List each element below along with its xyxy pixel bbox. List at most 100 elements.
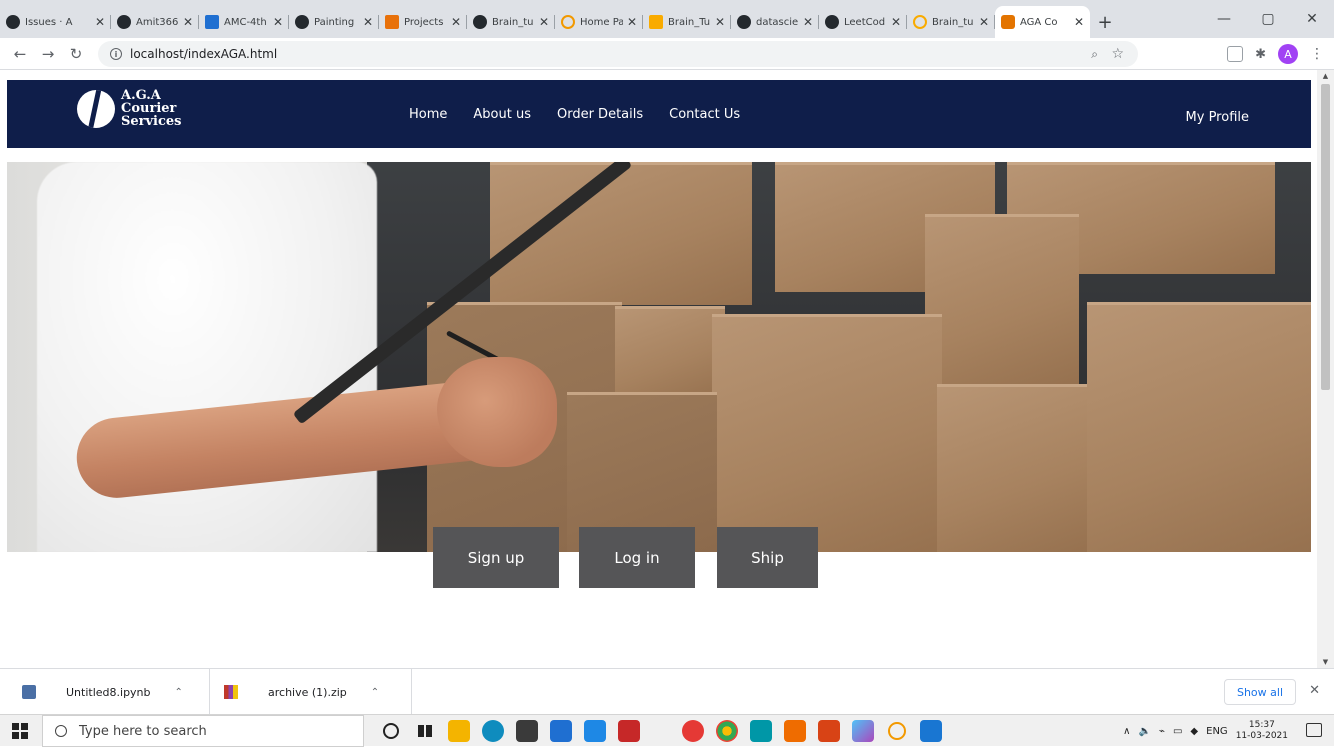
close-icon[interactable]: ✕ [183, 15, 193, 29]
app-l-icon[interactable] [584, 720, 606, 742]
close-icon[interactable]: ✕ [273, 15, 283, 29]
sign-up-button[interactable]: Sign up [433, 527, 559, 588]
browser-tab[interactable]: Brain_tu ✕ [467, 6, 555, 38]
show-all-button[interactable]: Show all [1223, 679, 1296, 705]
bookmark-star-icon[interactable]: ☆ [1111, 46, 1124, 62]
tray-chevron-icon[interactable]: ∧ [1123, 726, 1130, 737]
language-indicator[interactable]: ENG [1206, 726, 1228, 737]
browser-tab[interactable]: Home Pa ✕ [555, 6, 643, 38]
github-icon [473, 15, 487, 29]
profile-avatar[interactable]: A [1278, 44, 1298, 64]
nav-about-us[interactable]: About us [473, 107, 531, 122]
xampp-icon[interactable] [784, 720, 806, 742]
github-icon [825, 15, 839, 29]
taskbar-search[interactable]: Type here to search [42, 715, 364, 747]
close-icon[interactable]: ✕ [1074, 15, 1084, 29]
extensions-puzzle-icon[interactable]: ✱ [1255, 47, 1266, 62]
scroll-up-arrow[interactable]: ▲ [1317, 70, 1334, 82]
github-icon [117, 15, 131, 29]
window-close-button[interactable]: ✕ [1290, 0, 1334, 38]
site-icon [1001, 15, 1015, 29]
my-profile-link[interactable]: My Profile [1186, 110, 1249, 125]
browser-tab[interactable]: AMC-4th ✕ [199, 6, 289, 38]
chevron-up-icon[interactable]: ⌃ [371, 687, 379, 698]
edge-icon[interactable] [482, 720, 504, 742]
browser-tab[interactable]: Issues · A ✕ [0, 6, 111, 38]
file-explorer-icon[interactable] [448, 720, 470, 742]
zip-file-icon [224, 685, 238, 699]
address-bar[interactable]: i localhost/indexAGA.html ⌕ ☆ [98, 41, 1138, 67]
close-icon[interactable]: ✕ [539, 15, 549, 29]
notification-icon[interactable] [1306, 723, 1322, 737]
maximize-button[interactable]: ▢ [1246, 0, 1290, 38]
new-tab-button[interactable]: + [1090, 6, 1120, 38]
browser-tab[interactable]: Projects ✕ [379, 6, 467, 38]
reload-button[interactable]: ↻ [62, 45, 90, 63]
hero-image [7, 162, 1311, 552]
loading-icon [561, 15, 575, 29]
zoom-icon[interactable]: ⌕ [1091, 47, 1098, 62]
notebook-file-icon [22, 685, 36, 699]
close-icon[interactable]: ✕ [891, 15, 901, 29]
forward-button[interactable]: → [34, 45, 62, 63]
minimize-button[interactable]: — [1202, 0, 1246, 38]
browser-tab-strip: Issues · A ✕ Amit366 ✕ AMC-4th ✕ Painting ✕ … [0, 0, 1334, 38]
close-icon[interactable]: ✕ [627, 15, 637, 29]
chrome-icon[interactable] [716, 720, 738, 742]
logo-text: A.G.A Courier Services [121, 88, 182, 129]
sublime-icon[interactable] [818, 720, 840, 742]
browser-tab[interactable]: datascie ✕ [731, 6, 819, 38]
battery-icon[interactable]: ▭ [1173, 726, 1182, 737]
url-text: localhost/indexAGA.html [130, 47, 278, 61]
signal-icon[interactable] [750, 720, 772, 742]
browser-tab[interactable]: Brain_tu ✕ [907, 6, 995, 38]
close-icon[interactable]: ✕ [979, 15, 989, 29]
mail-icon[interactable] [550, 720, 572, 742]
opera-icon[interactable] [682, 720, 704, 742]
download-item[interactable]: Untitled8.ipynb ⌃ [0, 669, 210, 715]
jupyter-icon[interactable] [888, 722, 906, 740]
cortana-icon[interactable] [383, 723, 399, 739]
kanban-icon [205, 15, 219, 29]
nav-order-details[interactable]: Order Details [557, 107, 643, 122]
log-in-button[interactable]: Log in [579, 527, 695, 588]
scrollbar-thumb[interactable] [1321, 84, 1330, 390]
back-button[interactable]: ← [6, 45, 34, 63]
network-icon[interactable]: ⌁ [1159, 726, 1165, 737]
clock[interactable]: 15:37 11-03-2021 [1236, 720, 1288, 742]
ship-button[interactable]: Ship [717, 527, 818, 588]
nav-home[interactable]: Home [409, 107, 447, 122]
close-icon[interactable]: ✕ [1309, 683, 1320, 698]
nav-links: Home About us Order Details Contact Us [409, 80, 740, 148]
volume-icon[interactable]: 🔈 [1138, 726, 1150, 737]
download-item[interactable]: archive (1).zip ⌃ [210, 669, 412, 715]
scroll-down-arrow[interactable]: ▼ [1317, 656, 1334, 668]
vertical-scrollbar[interactable]: ▲ ▼ [1317, 70, 1334, 668]
close-icon[interactable]: ✕ [803, 15, 813, 29]
browser-tab[interactable]: Painting ✕ [289, 6, 379, 38]
chevron-up-icon[interactable]: ⌃ [175, 687, 183, 698]
browser-tab[interactable]: Amit366 ✕ [111, 6, 199, 38]
extension-icon[interactable] [1227, 46, 1244, 62]
windows-start-icon[interactable] [12, 723, 28, 739]
mcafee-icon[interactable] [618, 720, 640, 742]
close-icon[interactable]: ✕ [363, 15, 373, 29]
close-icon[interactable]: ✕ [451, 15, 461, 29]
toolbar-actions: ✱ A ⋮ [1227, 42, 1324, 66]
browser-tab-active[interactable]: AGA Co ✕ [995, 6, 1090, 38]
site-logo[interactable]: A.G.A Courier Services [77, 89, 182, 128]
system-tray: ∧ 🔈 ⌁ ▭ ◆ ENG 15:37 11-03-2021 [1123, 715, 1288, 747]
vscode-icon[interactable] [920, 720, 942, 742]
browser-tab[interactable]: Brain_Tu ✕ [643, 6, 731, 38]
close-icon[interactable]: ✕ [95, 15, 105, 29]
close-icon[interactable]: ✕ [715, 15, 725, 29]
browser-tab[interactable]: LeetCod ✕ [819, 6, 907, 38]
gitkraken-icon[interactable] [852, 720, 874, 742]
dropbox-icon[interactable]: ◆ [1190, 726, 1198, 737]
info-icon[interactable]: i [110, 48, 122, 60]
kebab-menu-icon[interactable]: ⋮ [1310, 46, 1324, 62]
nav-contact-us[interactable]: Contact Us [669, 107, 740, 122]
task-view-icon[interactable] [414, 720, 436, 742]
page-viewport: A.G.A Courier Services Home About us Ord… [0, 70, 1334, 668]
store-icon[interactable] [516, 720, 538, 742]
